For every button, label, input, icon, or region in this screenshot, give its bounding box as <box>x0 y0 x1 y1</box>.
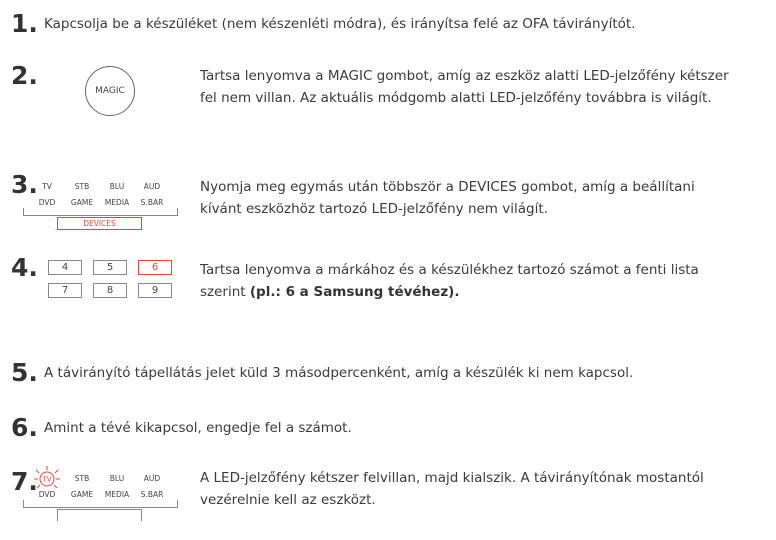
devices-button-partial <box>57 509 142 521</box>
step-text-1: Kapcsolja be a készüléket (nem készenlét… <box>44 16 636 32</box>
step-number-5: 5. <box>11 358 38 387</box>
key-8: 8 <box>93 283 127 298</box>
step-text-2-line1: Tartsa lenyomva a MAGIC gombot, amíg az … <box>200 68 729 84</box>
step-text-4-line2: szerint (pl.: 6 a Samsung tévéhez). <box>200 281 459 303</box>
step-number-6: 6. <box>11 413 38 442</box>
devices-bracket <box>23 208 178 216</box>
step-text-7-line1: A LED-jelzőfény kétszer felvillan, majd … <box>200 470 704 486</box>
step-text-3-line1: Nyomja meg egymás után többször a DEVICE… <box>200 179 695 195</box>
device-label-blu-7: BLU <box>109 474 125 483</box>
device-label-aud: AUD <box>143 182 161 191</box>
device-label-dvd: DVD <box>38 198 56 207</box>
device-label-aud-7: AUD <box>143 474 161 483</box>
device-label-tv: TV <box>42 182 52 191</box>
device-label-dvd-7: DVD <box>38 490 56 499</box>
devices-button-illustration: DEVICES <box>57 217 142 230</box>
step-text-7-line2: vezérelnie kell az eszközt. <box>200 492 376 508</box>
key-5: 5 <box>93 260 127 275</box>
step-number-1: 1. <box>11 9 38 38</box>
key-6-highlighted: 6 <box>138 260 172 275</box>
device-label-stb: STB <box>74 182 90 191</box>
devices-bracket-7 <box>23 500 178 508</box>
magic-button-illustration: MAGIC <box>85 66 135 116</box>
device-label-sbar: S.BAR <box>140 198 164 207</box>
device-label-sbar-7: S.BAR <box>140 490 164 499</box>
step-text-6: Amint a tévé kikapcsol, engedje fel a sz… <box>44 420 352 436</box>
step-text-4-line1: Tartsa lenyomva a márkához és a készülék… <box>200 262 699 278</box>
step-text-3-line2: kívánt eszközhöz tartozó LED-jelzőfény n… <box>200 201 548 217</box>
step-text-2-line2: fel nem villan. Az aktuális módgomb alat… <box>200 90 712 106</box>
device-label-stb-7: STB <box>74 474 90 483</box>
device-label-tv-lit: TV <box>41 476 51 484</box>
magic-button-label: MAGIC <box>95 86 125 96</box>
step-text-4-bold: (pl.: 6 a Samsung tévéhez). <box>249 284 460 300</box>
key-7: 7 <box>48 283 82 298</box>
key-9: 9 <box>138 283 172 298</box>
step-text-5: A távirányító tápellátás jelet küld 3 má… <box>44 365 634 381</box>
key-4: 4 <box>48 260 82 275</box>
step-text-4-plain: szerint <box>200 284 250 300</box>
step-number-4: 4. <box>11 253 38 282</box>
step-number-2: 2. <box>11 61 38 90</box>
device-label-game: GAME <box>70 198 94 207</box>
device-label-game-7: GAME <box>70 490 94 499</box>
device-label-media: MEDIA <box>104 198 130 207</box>
tv-led-burst-icon: TV <box>34 466 60 489</box>
device-label-media-7: MEDIA <box>104 490 130 499</box>
device-label-blu: BLU <box>109 182 125 191</box>
